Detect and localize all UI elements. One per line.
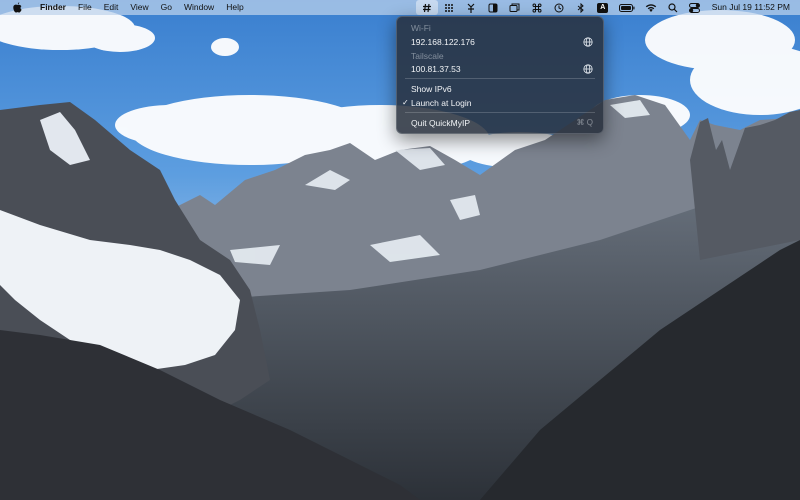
quit-label: Quit QuickMyIP <box>411 118 471 128</box>
clock-history-icon[interactable] <box>548 0 570 15</box>
menu-window[interactable]: Window <box>178 0 220 15</box>
globe-icon <box>583 37 593 47</box>
menu-app-name[interactable]: Finder <box>34 0 72 15</box>
menu-help[interactable]: Help <box>220 0 249 15</box>
search-icon[interactable] <box>662 0 684 15</box>
menu-edit[interactable]: Edit <box>98 0 125 15</box>
wifi-icon[interactable] <box>640 0 662 15</box>
command-icon[interactable] <box>526 0 548 15</box>
show-ipv6-item[interactable]: Show IPv6 <box>411 83 593 95</box>
wifi-ip-address: 192.168.122.176 <box>411 37 475 47</box>
quit-shortcut: ⌘ Q <box>576 118 593 127</box>
wifi-ip-item[interactable]: 192.168.122.176 <box>411 36 593 48</box>
quit-item[interactable]: Quit QuickMyIP ⌘ Q <box>411 117 593 129</box>
fork-icon[interactable] <box>460 0 482 15</box>
input-source-icon[interactable]: A <box>592 0 614 15</box>
contrast-icon[interactable] <box>482 0 504 15</box>
menu-separator <box>405 78 595 79</box>
grid-dots-icon[interactable] <box>438 0 460 15</box>
apple-logo-icon[interactable] <box>10 2 24 13</box>
launch-at-login-label: Launch at Login <box>411 98 472 108</box>
menu-bar: Finder File Edit View Go Window Help A S… <box>0 0 800 15</box>
tailscale-ip-item[interactable]: 100.81.37.53 <box>411 63 593 75</box>
launch-at-login-item[interactable]: ✓ Launch at Login <box>402 97 593 109</box>
menu-separator <box>405 112 595 113</box>
menu-bar-status-area: A Sun Jul 19 11:52 PM <box>415 0 800 15</box>
menu-go[interactable]: Go <box>155 0 178 15</box>
checkmark-icon: ✓ <box>402 98 409 107</box>
hash-icon[interactable] <box>415 0 438 15</box>
control-center-icon[interactable] <box>684 0 706 15</box>
input-source-label: A <box>597 2 609 13</box>
wifi-section-header: Wi-Fi <box>411 23 431 33</box>
tailscale-section-header: Tailscale <box>411 51 444 61</box>
tailscale-ip-address: 100.81.37.53 <box>411 64 461 74</box>
menu-view[interactable]: View <box>124 0 154 15</box>
menu-bar-clock[interactable]: Sun Jul 19 11:52 PM <box>706 0 800 15</box>
bluetooth-icon[interactable] <box>570 0 592 15</box>
windows-icon[interactable] <box>504 0 526 15</box>
menu-bar-left: Finder File Edit View Go Window Help <box>0 0 250 15</box>
globe-icon <box>583 64 593 74</box>
battery-icon[interactable] <box>614 0 640 15</box>
menu-file[interactable]: File <box>72 0 98 15</box>
quickmyip-menu: Wi-Fi 192.168.122.176 Tailscale 100.81.3… <box>396 16 604 134</box>
